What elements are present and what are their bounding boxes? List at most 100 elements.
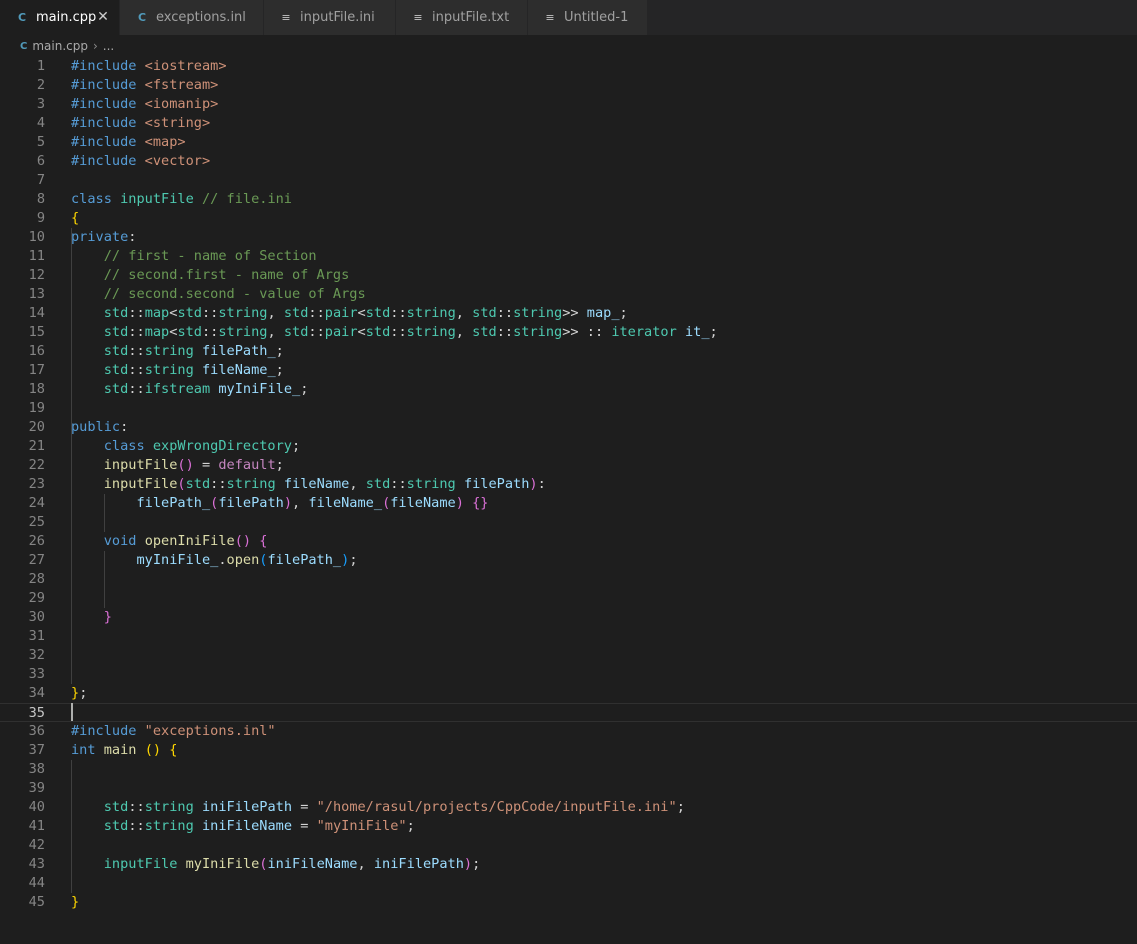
code-token: "/home/rasul/projects/CppCode/inputFile.… <box>316 799 677 815</box>
code-line[interactable]: 29 <box>0 589 1137 608</box>
code-token: () <box>177 457 194 473</box>
code-line[interactable]: 27 myIniFile_.open(filePath_); <box>0 551 1137 570</box>
code-token: <vector> <box>144 153 211 169</box>
code-token: class <box>71 191 112 207</box>
tab-inputfile-ini[interactable]: ≡ inputFile.ini <box>264 0 396 35</box>
tab-label: main.cpp <box>36 10 97 25</box>
indent-guide <box>71 228 72 684</box>
code-token: iterator <box>611 324 677 340</box>
code-line[interactable]: 36 #include "exceptions.inl" <box>0 722 1137 741</box>
line-number: 16 <box>28 343 45 359</box>
line-number: 45 <box>28 894 45 910</box>
code-line[interactable]: 30 } <box>0 608 1137 627</box>
code-line[interactable]: 44 <box>0 874 1137 893</box>
code-line[interactable]: 38 <box>0 760 1137 779</box>
code-line[interactable]: 31 <box>0 627 1137 646</box>
close-icon[interactable]: ✕ <box>95 9 111 25</box>
code-token: #include <box>71 115 137 131</box>
code-line[interactable]: 16 std::string filePath_; <box>0 342 1137 361</box>
code-line[interactable]: 23 inputFile(std::string fileName, std::… <box>0 475 1137 494</box>
code-line[interactable]: 10 private: <box>0 228 1137 247</box>
code-line[interactable]: 24 filePath_(filePath), fileName_(fileNa… <box>0 494 1137 513</box>
code-line[interactable]: 6 #include <vector> <box>0 152 1137 171</box>
code-line[interactable]: 41 std::string iniFileName = "myIniFile"… <box>0 817 1137 836</box>
tab-untitled-1[interactable]: ≡ Untitled-1 <box>528 0 648 35</box>
line-number: 5 <box>36 134 45 150</box>
code-line[interactable]: 15 std::map<std::string, std::pair<std::… <box>0 323 1137 342</box>
code-line[interactable]: 9{ <box>0 209 1137 228</box>
code-line[interactable]: 34}; <box>0 684 1137 703</box>
code-token: #include <box>71 77 137 93</box>
code-token: ; <box>619 305 628 321</box>
code-token: myIniFile <box>185 856 260 872</box>
code-line[interactable]: 3 #include <iomanip> <box>0 95 1137 114</box>
code-line[interactable]: 25 <box>0 513 1137 532</box>
code-token: , <box>267 324 284 340</box>
code-text: class expWrongDirectory; <box>71 437 300 456</box>
code-text: inputFile(std::string fileName, std::str… <box>71 475 546 494</box>
code-line[interactable]: 32 <box>0 646 1137 665</box>
code-token: inputFile <box>103 856 178 872</box>
breadcrumb-file[interactable]: main.cpp <box>32 39 88 53</box>
code-line[interactable]: 7 <box>0 171 1137 190</box>
code-token: "myIniFile" <box>316 818 407 834</box>
code-line[interactable]: 39 <box>0 779 1137 798</box>
code-text: // second.first - name of Args <box>71 266 350 285</box>
code-text: #include <iomanip> <box>71 95 218 114</box>
code-line[interactable]: 45} <box>0 893 1137 912</box>
code-text: filePath_(filePath), fileName_(fileName)… <box>71 494 488 513</box>
line-number: 6 <box>36 153 45 169</box>
code-text: inputFile myIniFile(iniFileName, iniFile… <box>71 855 481 874</box>
code-token: , <box>455 305 473 321</box>
code-line[interactable]: 11 // first - name of Section <box>0 247 1137 266</box>
code-token: std <box>177 305 202 321</box>
line-number: 17 <box>28 362 45 378</box>
tab-exceptions-inl[interactable]: C exceptions.inl <box>120 0 264 35</box>
code-line[interactable]: 19 <box>0 399 1137 418</box>
code-line[interactable]: 20 public: <box>0 418 1137 437</box>
code-token: filePath <box>463 476 530 492</box>
code-line[interactable]: 14 std::map<std::string, std::pair<std::… <box>0 304 1137 323</box>
code-line[interactable]: 18 std::ifstream myIniFile_; <box>0 380 1137 399</box>
tab-main-cpp[interactable]: C main.cpp ✕ <box>0 0 120 35</box>
code-line[interactable]: 8 class inputFile // file.ini <box>0 190 1137 209</box>
code-line[interactable]: 22 inputFile() = default; <box>0 456 1137 475</box>
indent-guide <box>103 494 105 532</box>
indent-guide <box>71 760 72 893</box>
code-token: std <box>185 476 211 492</box>
tab-inputfile-txt[interactable]: ≡ inputFile.txt <box>396 0 528 35</box>
code-token: { <box>71 210 80 226</box>
code-line[interactable]: 2 #include <fstream> <box>0 76 1137 95</box>
tab-label: Untitled-1 <box>564 10 629 25</box>
code-line[interactable]: 42 <box>0 836 1137 855</box>
code-token: default <box>218 457 276 473</box>
code-line[interactable]: 21 class expWrongDirectory; <box>0 437 1137 456</box>
code-line[interactable]: 40 std::string iniFilePath = "/home/rasu… <box>0 798 1137 817</box>
code-line[interactable]: 43 inputFile myIniFile(iniFileName, iniF… <box>0 855 1137 874</box>
code-line[interactable]: 35 <box>0 703 1137 722</box>
code-line[interactable]: 12 // second.first - name of Args <box>0 266 1137 285</box>
code-editor[interactable]: 1 #include <iostream> 2 #include <fstream> 3… <box>0 57 1137 944</box>
code-token: <iostream> <box>144 58 227 74</box>
breadcrumb-symbols[interactable]: ... <box>103 39 114 53</box>
code-line[interactable]: 26 void openIniFile() { <box>0 532 1137 551</box>
code-line[interactable]: 13 // second.second - value of Args <box>0 285 1137 304</box>
code-line[interactable]: 33 <box>0 665 1137 684</box>
code-line[interactable]: 28 <box>0 570 1137 589</box>
code-line[interactable]: 1 #include <iostream> <box>0 57 1137 76</box>
code-token: :: <box>308 305 325 321</box>
code-line[interactable]: 5 #include <map> <box>0 133 1137 152</box>
code-token: : <box>537 476 546 492</box>
code-line[interactable]: 37 int main () { <box>0 741 1137 760</box>
code-token: filePath_ <box>136 495 211 511</box>
code-line[interactable]: 17 std::string fileName_; <box>0 361 1137 380</box>
code-line[interactable]: 4 #include <string> <box>0 114 1137 133</box>
line-number: 31 <box>28 628 45 644</box>
